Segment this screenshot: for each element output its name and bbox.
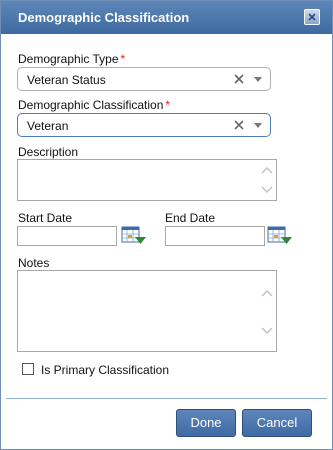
footer-divider [6, 398, 327, 399]
calendar-icon [121, 226, 146, 244]
dialog-titlebar: Demographic Classification [1, 1, 332, 34]
required-marker: * [120, 52, 126, 66]
demographic-classification-label-text: Demographic Classification [18, 98, 164, 112]
end-date-calendar-button[interactable] [267, 225, 293, 247]
demographic-type-select[interactable]: Veteran Status [17, 67, 271, 91]
start-date-label: Start Date [18, 211, 73, 225]
clear-x-icon[interactable] [234, 74, 244, 84]
start-date-input[interactable] [17, 226, 117, 246]
demographic-classification-label: Demographic Classification * [18, 98, 170, 112]
description-textarea[interactable] [17, 159, 277, 201]
demographic-type-label-text: Demographic Type [18, 52, 119, 66]
cancel-button[interactable]: Cancel [242, 409, 312, 437]
done-button[interactable]: Done [176, 409, 236, 437]
scroll-down-icon[interactable] [261, 327, 273, 335]
close-icon [308, 13, 316, 21]
demographic-classification-select[interactable]: Veteran [17, 113, 271, 137]
demographic-classification-value: Veteran [27, 119, 69, 133]
scroll-down-icon[interactable] [261, 186, 273, 194]
chevron-down-icon[interactable] [254, 77, 262, 83]
scroll-up-icon[interactable] [261, 166, 273, 174]
demographic-classification-dialog: Demographic Classification Demographic T… [0, 0, 333, 450]
close-button[interactable] [304, 9, 320, 25]
dialog-title: Demographic Classification [18, 10, 190, 25]
is-primary-label[interactable]: Is Primary Classification [41, 363, 169, 377]
start-date-calendar-button[interactable] [121, 225, 147, 247]
end-date-label: End Date [165, 211, 216, 225]
calendar-icon [267, 226, 292, 244]
scroll-up-icon[interactable] [261, 289, 273, 297]
description-label: Description [18, 145, 79, 159]
required-marker: * [165, 98, 171, 112]
chevron-down-icon[interactable] [254, 123, 262, 129]
demographic-type-label: Demographic Type * [18, 52, 125, 66]
end-date-input[interactable] [165, 226, 265, 246]
demographic-type-value: Veteran Status [27, 73, 106, 87]
clear-x-icon[interactable] [234, 120, 244, 130]
notes-textarea[interactable] [17, 270, 277, 352]
notes-label: Notes [18, 256, 50, 270]
is-primary-checkbox[interactable] [22, 363, 34, 375]
